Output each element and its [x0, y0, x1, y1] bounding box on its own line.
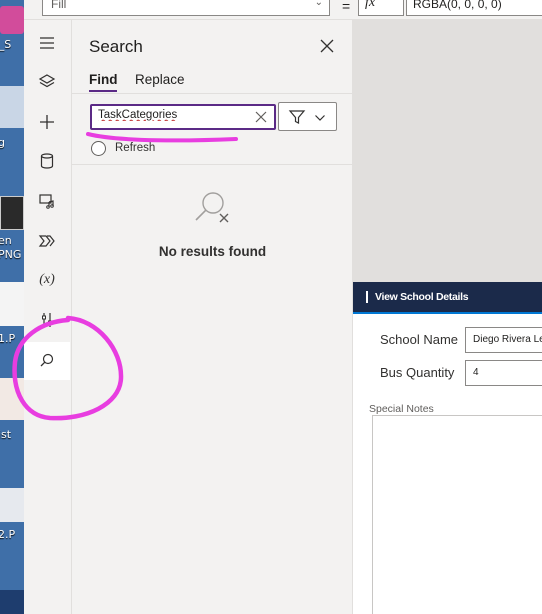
canvas-area: View School Details School Name Diego Ri… — [353, 20, 542, 614]
media-icon — [39, 194, 54, 209]
no-results-message: No results found — [158, 244, 267, 259]
desktop-icon-label: ist — [0, 428, 12, 441]
desktop-icon-label: 1.P — [0, 332, 16, 345]
search-pane: Search Find Replace Refresh No results f… — [72, 20, 353, 614]
school-name-field[interactable]: Diego Rivera Le — [465, 327, 542, 353]
property-dropdown[interactable]: Fill ⌄ — [42, 0, 330, 16]
desktop-file-icon[interactable] — [0, 590, 24, 614]
search-box — [90, 104, 276, 130]
app-header-title: View School Details — [366, 291, 469, 303]
app-screen: View School Details School Name Diego Ri… — [353, 282, 542, 614]
rail-tree-view-button[interactable] — [24, 63, 70, 101]
tab-find[interactable]: Find — [89, 72, 118, 87]
rail-media-button[interactable] — [24, 182, 70, 220]
chevron-down-icon: ⌄ — [314, 0, 323, 8]
refresh-label: Refresh — [115, 142, 156, 154]
tab-replace[interactable]: Replace — [135, 72, 185, 87]
chevron-down-icon — [315, 115, 325, 121]
pane-title: Search — [89, 37, 143, 56]
desktop-file-icon[interactable] — [0, 282, 24, 326]
desktop-icon-label: 2.P — [0, 528, 16, 541]
fx-button[interactable]: fx — [358, 0, 404, 16]
refresh-option[interactable]: Refresh — [91, 140, 155, 156]
rail-advanced-tools-button[interactable] — [24, 301, 70, 339]
rail-menu-button[interactable] — [24, 24, 70, 62]
bus-quantity-field[interactable]: 4 — [465, 360, 542, 386]
hamburger-menu-icon — [40, 37, 54, 49]
search-icon — [40, 353, 54, 367]
rail-data-button[interactable] — [24, 142, 70, 180]
left-rail: (x) — [24, 20, 72, 614]
layers-icon — [38, 74, 56, 88]
filter-button[interactable] — [278, 102, 337, 131]
special-notes-label: Special Notes — [369, 403, 434, 415]
special-notes-field[interactable] — [372, 415, 542, 614]
bus-quantity-label: Bus Quantity — [380, 365, 455, 380]
desktop-icon-label: PNG — [0, 248, 22, 261]
rail-search-button[interactable] — [24, 342, 70, 380]
divider — [72, 93, 353, 94]
tab-active-indicator — [89, 90, 117, 92]
search-input[interactable] — [98, 109, 248, 121]
variables-icon: (x) — [39, 272, 55, 287]
rail-power-automate-button[interactable] — [24, 222, 70, 260]
rail-insert-button[interactable] — [24, 103, 70, 141]
filter-icon — [288, 110, 306, 124]
data-cylinder-icon — [40, 153, 54, 169]
desktop-app-icon[interactable] — [0, 6, 24, 34]
desktop-file-icon[interactable] — [0, 488, 24, 522]
divider — [72, 164, 353, 165]
desktop-file-icon[interactable] — [0, 378, 24, 420]
advanced-tools-icon — [42, 313, 52, 327]
no-results-icon — [195, 192, 229, 223]
formula-bar: Fill ⌄ = fx RGBA(0, 0, 0, 0) — [24, 0, 542, 20]
equals-sign: = — [342, 0, 351, 14]
clear-icon[interactable] — [254, 110, 268, 124]
app-header: View School Details — [353, 282, 542, 314]
plus-icon — [40, 115, 54, 129]
formula-input[interactable]: RGBA(0, 0, 0, 0) — [406, 0, 542, 16]
desktop-icon-label: en — [0, 234, 12, 247]
property-value: Fill — [51, 0, 67, 11]
power-automate-icon — [38, 235, 55, 247]
fx-icon: fx — [365, 0, 376, 10]
desktop-file-icon[interactable] — [0, 86, 24, 128]
desktop-icon-label: e_S — [0, 38, 12, 51]
close-icon[interactable] — [318, 37, 336, 55]
refresh-radio[interactable] — [91, 140, 106, 156]
desktop-background: e_S g en PNG 1.P ist 2.P — [0, 0, 24, 614]
rail-variables-button[interactable]: (x) — [24, 261, 70, 299]
desktop-icon-label: g — [0, 136, 5, 149]
school-name-label: School Name — [380, 332, 459, 347]
desktop-file-icon[interactable] — [0, 196, 24, 230]
